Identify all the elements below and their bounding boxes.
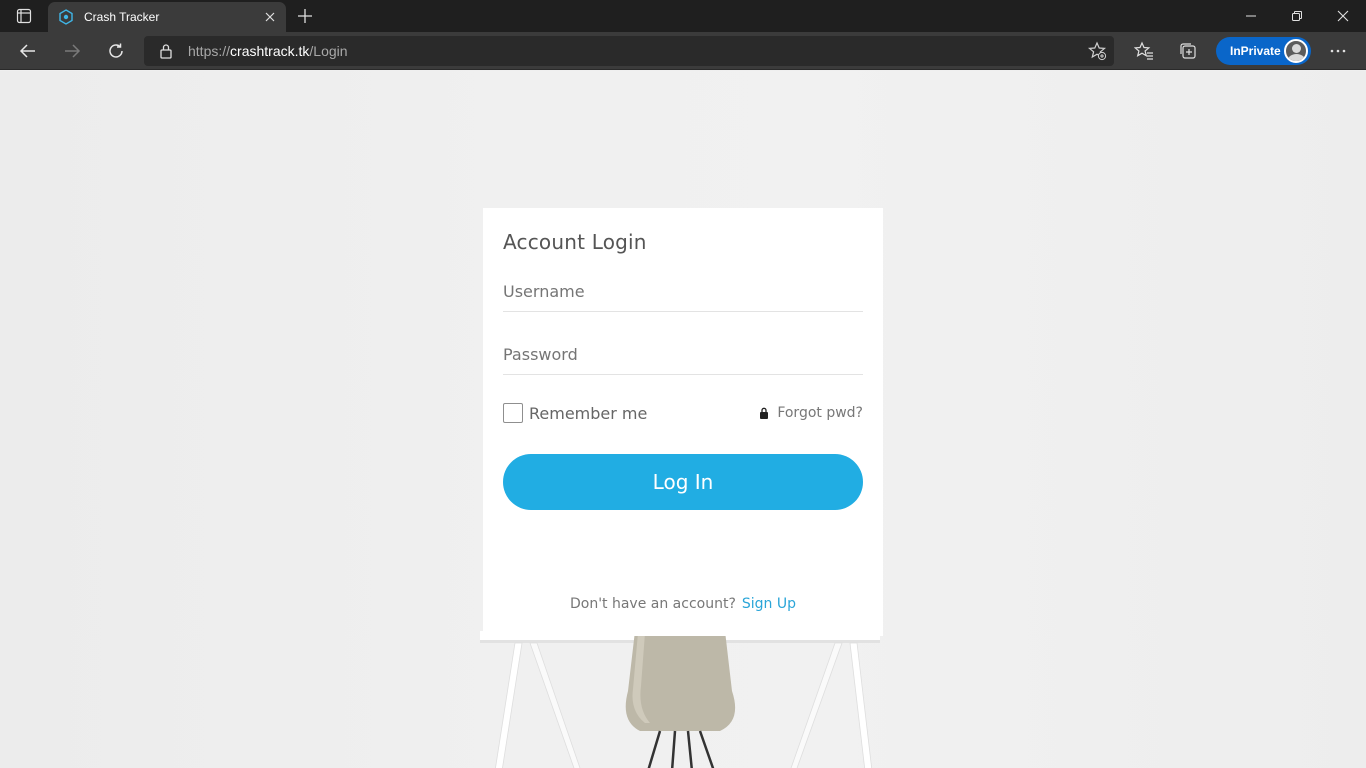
username-field (503, 272, 863, 312)
inprivate-label: InPrivate (1230, 44, 1281, 58)
more-button[interactable] (1322, 36, 1354, 66)
favorites-button[interactable] (1128, 36, 1160, 66)
forward-button[interactable] (56, 36, 88, 66)
url-path: /Login (309, 43, 348, 59)
favicon-icon (58, 9, 74, 25)
more-icon (1330, 49, 1346, 53)
login-button[interactable]: Log In (503, 454, 863, 510)
refresh-icon (109, 43, 123, 58)
restore-icon (1292, 11, 1302, 21)
back-arrow-icon (19, 44, 35, 58)
tab-close-button[interactable] (257, 4, 283, 30)
tab-actions-icon (16, 8, 32, 24)
refresh-button[interactable] (100, 36, 132, 66)
favorite-add-icon (1087, 41, 1107, 61)
plus-icon (298, 9, 312, 23)
minimize-button[interactable] (1228, 0, 1274, 32)
forward-arrow-icon (65, 44, 81, 58)
remember-checkbox[interactable] (503, 403, 523, 423)
tab-actions-button[interactable] (8, 4, 40, 28)
browser-tab[interactable]: Crash Tracker (48, 2, 286, 32)
window-close-icon (1337, 10, 1349, 22)
login-title: Account Login (503, 230, 647, 254)
url-host: crashtrack.tk (230, 43, 310, 59)
password-field (503, 335, 863, 375)
close-icon (265, 12, 275, 22)
lock-icon[interactable] (158, 43, 174, 59)
signup-link[interactable]: Sign Up (742, 596, 796, 612)
background-desk-image (480, 631, 880, 768)
back-button[interactable] (12, 36, 44, 66)
url-text[interactable]: https://crashtrack.tk/Login (188, 43, 348, 59)
browser-title-bar: Crash Tracker (0, 0, 1366, 32)
forgot-password-link[interactable]: Forgot pwd? (759, 405, 863, 421)
restore-button[interactable] (1274, 0, 1320, 32)
minimize-icon (1246, 15, 1256, 17)
forgot-password-label: Forgot pwd? (777, 405, 863, 421)
remember-me[interactable]: Remember me (503, 403, 647, 423)
profile-avatar (1284, 39, 1308, 63)
favorites-icon (1134, 41, 1153, 60)
page-content: Account Login Remember me Forgot pwd? Lo… (0, 71, 1366, 768)
username-input[interactable] (503, 272, 863, 311)
signup-row: Don't have an account? Sign Up (483, 596, 883, 612)
window-close-button[interactable] (1320, 0, 1366, 32)
collections-button[interactable] (1172, 36, 1204, 66)
password-input[interactable] (503, 335, 863, 374)
browser-toolbar: https://crashtrack.tk/Login InPrivate (0, 32, 1366, 70)
lock-icon (760, 407, 769, 419)
remember-label: Remember me (529, 403, 648, 423)
add-favorite-button[interactable] (1086, 40, 1108, 62)
inprivate-button[interactable]: InPrivate (1216, 37, 1311, 65)
collections-icon (1180, 43, 1196, 59)
new-tab-button[interactable] (292, 4, 318, 28)
address-bar[interactable]: https://crashtrack.tk/Login (144, 36, 1114, 66)
tab-title: Crash Tracker (84, 10, 160, 24)
signup-prompt: Don't have an account? (569, 596, 736, 612)
login-card: Account Login Remember me Forgot pwd? Lo… (483, 208, 883, 636)
url-scheme: https:// (188, 43, 231, 59)
